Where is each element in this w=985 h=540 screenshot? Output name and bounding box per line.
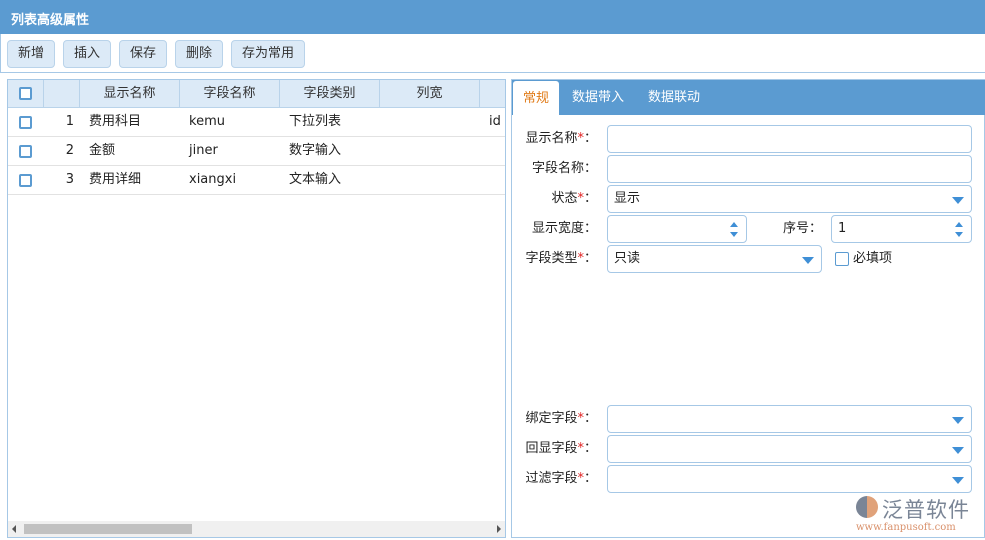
echo-field-label: 回显字段*： [525,441,597,456]
cell-field-name: kemu [189,114,225,129]
field-name-input[interactable] [607,155,972,183]
scroll-left-icon[interactable] [12,525,16,533]
header-select-all[interactable] [8,80,44,108]
filter-field-label: 过滤字段*： [525,471,597,486]
column-header-more[interactable] [480,80,505,108]
cell-field-name: jiner [189,143,218,158]
watermark-logo: 泛普软件 www.fanpusoft.com [856,494,976,534]
row-number: 2 [65,143,74,158]
bind-field-label: 绑定字段*： [525,411,597,426]
cell-display-name: 费用详细 [89,172,142,187]
chevron-down-icon [802,257,814,264]
field-type-label: 字段类型*： [525,251,597,266]
field-grid: 显示名称 字段名称 字段类别 列宽 1 费用科目 kemu 下拉列表 id 2 … [7,79,506,538]
spin-down-icon[interactable] [955,232,963,237]
save-button[interactable]: 保存 [119,40,167,68]
display-width-spinner[interactable] [607,215,747,243]
cell-field-type: 下拉列表 [289,114,342,129]
tab-general[interactable]: 常规 [513,81,559,116]
tab-data-import[interactable]: 数据带入 [562,80,634,115]
property-panel: 常规 数据带入 数据联动 显示名称*： 字段名称： 状态*： 显示 显示宽度： … [511,79,985,538]
header-rownum [44,80,80,108]
column-header-width[interactable]: 列宽 [380,80,480,108]
insert-button[interactable]: 插入 [63,40,111,68]
scrollbar-thumb[interactable] [24,524,192,534]
brand-logo-icon [856,496,878,518]
column-header-display-name[interactable]: 显示名称 [80,80,180,108]
delete-button[interactable]: 删除 [175,40,223,68]
brand-url: www.fanpusoft.com [856,522,956,533]
add-button[interactable]: 新增 [7,40,55,68]
field-name-label: 字段名称： [531,161,597,176]
row-number: 3 [65,172,74,187]
table-row[interactable]: 1 费用科目 kemu 下拉列表 id [8,108,505,137]
status-select[interactable]: 显示 [607,185,972,213]
row-checkbox[interactable] [19,145,32,158]
tab-data-linkage[interactable]: 数据联动 [638,80,710,115]
chevron-down-icon [952,477,964,484]
column-header-field-name[interactable]: 字段名称 [180,80,280,108]
cell-field-type: 数字输入 [289,143,342,158]
required-label: 必填项 [853,251,893,266]
cell-field-name: xiangxi [189,172,237,187]
spin-up-icon[interactable] [955,222,963,227]
cell-field-type: 文本输入 [289,172,342,187]
tab-bar: 常规 数据带入 数据联动 [512,80,985,116]
row-number: 1 [65,114,74,129]
status-value: 显示 [614,191,641,206]
display-name-label: 显示名称*： [525,131,597,146]
chevron-down-icon [952,417,964,424]
status-label: 状态*： [551,191,597,206]
chevron-down-icon [952,197,964,204]
select-all-checkbox[interactable] [19,87,32,100]
save-as-common-button[interactable]: 存为常用 [231,40,305,68]
toolbar: 新增 插入 保存 删除 存为常用 [0,34,985,73]
chevron-down-icon [952,447,964,454]
cell-display-name: 费用科目 [89,114,142,129]
order-spinner[interactable]: 1 [831,215,972,243]
scroll-right-icon[interactable] [497,525,501,533]
table-row[interactable]: 2 金额 jiner 数字输入 [8,137,505,166]
bind-field-select[interactable] [607,405,972,433]
echo-field-select[interactable] [607,435,972,463]
cell-extra: id [489,114,501,129]
window-title: 列表高级属性 [0,0,985,34]
row-checkbox[interactable] [19,116,32,129]
order-label: 序号： [782,221,822,236]
display-name-input[interactable] [607,125,972,153]
table-row[interactable]: 3 费用详细 xiangxi 文本输入 [8,166,505,195]
row-checkbox[interactable] [19,174,32,187]
field-type-select[interactable]: 只读 [607,245,822,273]
brand-name: 泛普软件 [882,498,970,522]
display-width-label: 显示宽度： [531,221,597,236]
filter-field-select[interactable] [607,465,972,493]
horizontal-scrollbar[interactable] [8,521,505,537]
required-checkbox[interactable] [835,252,849,266]
cell-display-name: 金额 [89,143,116,158]
column-header-field-type[interactable]: 字段类别 [280,80,380,108]
